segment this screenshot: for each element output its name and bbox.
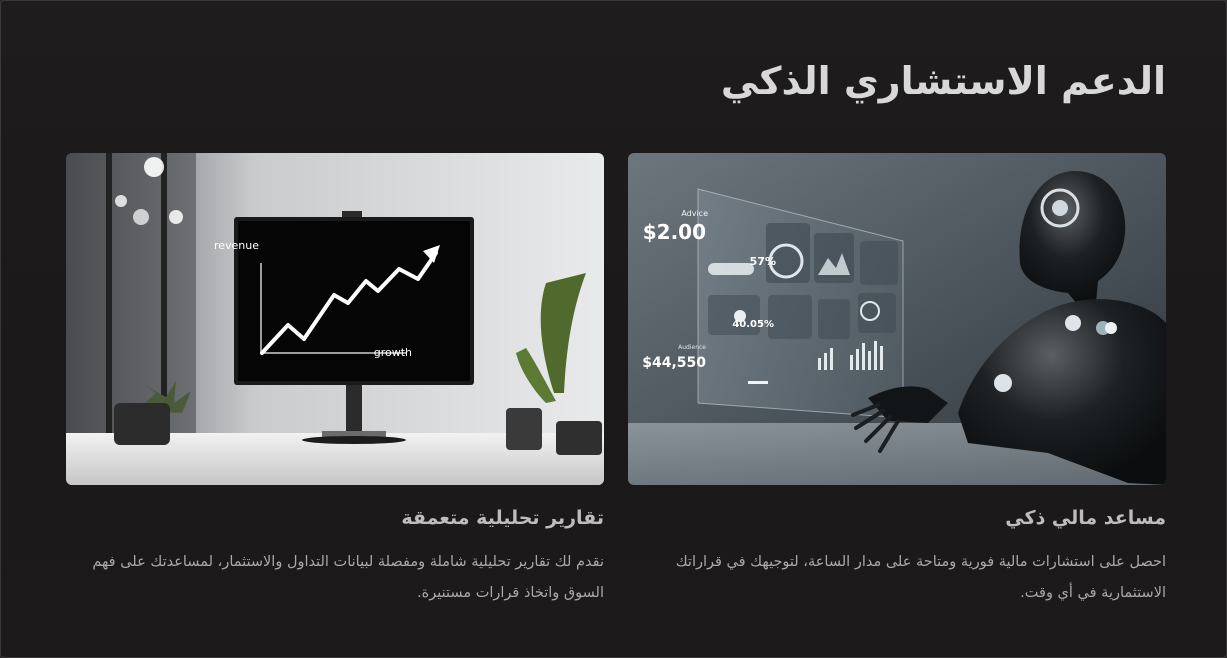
card-description: احصل على استشارات مالية فورية ومتاحة على… (675, 554, 1166, 601)
feature-card-ai-assistant: Advice $2.00 57% 40.05% Audience $44,550… (628, 153, 1166, 609)
chart-label-growth: growth (374, 346, 412, 359)
card-title: تقارير تحليلية متعمقة (401, 507, 604, 529)
dashboard-label: Advice (681, 209, 708, 218)
page-frame: الدعم الاستشاري الذكي Advice $2.00 57% 4… (0, 0, 1227, 658)
dashboard-total: $44,550 (642, 355, 706, 371)
dashboard-audience: Audience (678, 344, 706, 351)
card-description: نقدم لك تقارير تحليلية شاملة ومفصلة لبيا… (92, 554, 604, 601)
monitor-growth-image: revenue growth (66, 153, 604, 485)
dashboard-growth: 40.05% (732, 319, 774, 330)
robot-dashboard-image: Advice $2.00 57% 40.05% Audience $44,550 (628, 153, 1166, 485)
dashboard-value: $2.00 (643, 220, 706, 244)
feature-card-analytical-reports: revenue growth تقارير تحليلية متعمقة نقد… (66, 153, 604, 609)
chart-label-revenue: revenue (214, 239, 259, 252)
section-title: الدعم الاستشاري الذكي (720, 59, 1166, 103)
dashboard-percent: 57% (750, 255, 776, 268)
card-title: مساعد مالي ذكي (1005, 507, 1166, 529)
